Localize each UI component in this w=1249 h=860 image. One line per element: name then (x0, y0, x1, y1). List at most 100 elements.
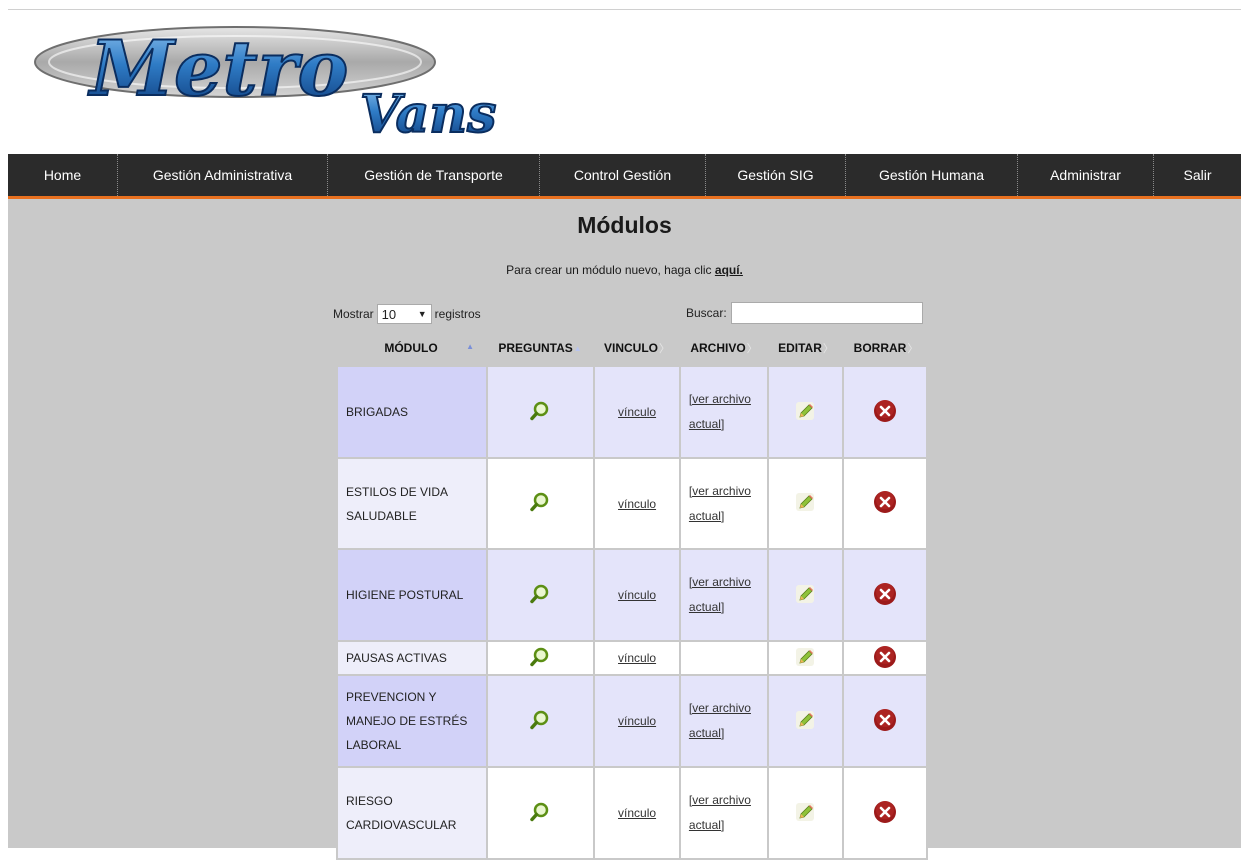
create-module-link[interactable]: aquí. (715, 263, 743, 277)
delete-cell (842, 640, 928, 676)
edit-cell (766, 548, 845, 642)
table-row: RIESGO CARDIOVASCULAR vínculo [ver archi… (336, 766, 928, 860)
edit-cell (766, 457, 845, 550)
delete-cell (842, 457, 928, 550)
magnifier-icon[interactable] (529, 801, 551, 826)
nav-gestion-administrativa[interactable]: Gestión Administrativa (118, 154, 328, 196)
header-archivo[interactable]: ARCHIVO 〉 (680, 337, 768, 359)
table-header: MÓDULO ▲ PREGUNTAS ▲ VINCULO 〉 ARCHIVO 〉… (336, 337, 928, 359)
header-borrar[interactable]: BORRAR 〉 (844, 337, 928, 359)
view-file-link[interactable]: [ver archivo actual] (689, 793, 751, 832)
page-length-select[interactable]: 10 ▼ (376, 304, 432, 324)
pencil-icon[interactable] (794, 491, 816, 516)
header-preguntas-label: PREGUNTAS (498, 341, 573, 355)
questions-cell (485, 640, 596, 676)
header-borrar-label: BORRAR (853, 341, 907, 355)
table-row: BRIGADAS vínculo [ver archivo actual] (336, 365, 928, 459)
logo-word-2: Vans (360, 84, 496, 138)
edit-cell (766, 640, 845, 676)
header-vinculo[interactable]: VINCULO 〉 (594, 337, 680, 359)
module-link[interactable]: vínculo (618, 651, 656, 665)
page-length-control: Mostrar 10 ▼ registros (333, 304, 481, 324)
delete-x-icon[interactable] (873, 708, 897, 735)
header-preguntas[interactable]: PREGUNTAS ▲ (486, 337, 594, 359)
sort-asc-icon: ▲ (466, 342, 474, 351)
header-modulo[interactable]: MÓDULO ▲ (336, 337, 486, 359)
magnifier-icon[interactable] (529, 709, 551, 734)
nav-control-gestion[interactable]: Control Gestión (540, 154, 706, 196)
header-editar[interactable]: EDITAR 〉 (768, 337, 844, 359)
search-control: Buscar: (686, 302, 923, 324)
module-link[interactable]: vínculo (618, 405, 656, 419)
metro-vans-logo: Metro Vans (30, 20, 630, 146)
delete-x-icon[interactable] (873, 399, 897, 426)
magnifier-icon[interactable] (529, 400, 551, 425)
questions-cell (485, 365, 596, 459)
delete-cell (842, 365, 928, 459)
sort-icon: ▲ (573, 343, 582, 353)
pencil-icon[interactable] (794, 801, 816, 826)
questions-cell (485, 674, 596, 768)
sort-icon: 〉 (907, 343, 919, 355)
magnifier-icon[interactable] (529, 583, 551, 608)
modules-table: BRIGADAS vínculo [ver archivo actual] ES… (336, 365, 928, 860)
module-name: BRIGADAS (336, 365, 488, 459)
view-file-link[interactable]: [ver archivo actual] (689, 392, 751, 431)
nav-gestion-humana[interactable]: Gestión Humana (846, 154, 1018, 196)
questions-cell (485, 457, 596, 550)
module-link[interactable]: vínculo (618, 588, 656, 602)
file-cell: [ver archivo actual] (678, 457, 769, 550)
pencil-icon[interactable] (794, 709, 816, 734)
sort-icon: 〉 (822, 343, 834, 355)
questions-cell (485, 766, 596, 860)
module-link[interactable]: vínculo (618, 714, 656, 728)
file-cell: [ver archivo actual] (678, 766, 769, 860)
view-file-link[interactable]: [ver archivo actual] (689, 575, 751, 614)
nav-gestion-sig[interactable]: Gestión SIG (706, 154, 846, 196)
main-nav: Home Gestión Administrativa Gestión de T… (8, 154, 1241, 199)
content-area: Módulos Para crear un módulo nuevo, haga… (8, 199, 1241, 860)
nav-salir[interactable]: Salir (1154, 154, 1241, 196)
delete-x-icon[interactable] (873, 490, 897, 517)
top-divider (8, 9, 1241, 10)
questions-cell (485, 548, 596, 642)
pencil-icon[interactable] (794, 400, 816, 425)
file-cell: [ver archivo actual] (678, 674, 769, 768)
table-row: ESTILOS DE VIDA SALUDABLE vínculo [ver a… (336, 457, 928, 550)
pencil-icon[interactable] (794, 583, 816, 608)
view-file-link[interactable]: [ver archivo actual] (689, 484, 751, 523)
table-row: PREVENCION Y MANEJO DE ESTRÉS LABORAL ví… (336, 674, 928, 768)
nav-gestion-transporte[interactable]: Gestión de Transporte (328, 154, 540, 196)
page-title: Módulos (577, 212, 672, 238)
link-cell: vínculo (593, 548, 681, 642)
link-cell: vínculo (593, 365, 681, 459)
module-name: PAUSAS ACTIVAS (336, 640, 488, 676)
delete-cell (842, 548, 928, 642)
file-cell: [ver archivo actual] (678, 548, 769, 642)
records-label: registros (434, 307, 481, 321)
delete-x-icon[interactable] (873, 800, 897, 827)
delete-x-icon[interactable] (873, 582, 897, 609)
module-name: HIGIENE POSTURAL (336, 548, 488, 642)
module-link[interactable]: vínculo (618, 806, 656, 820)
view-file-link[interactable]: [ver archivo actual] (689, 701, 751, 740)
pencil-icon[interactable] (794, 646, 816, 671)
module-link[interactable]: vínculo (618, 497, 656, 511)
delete-x-icon[interactable] (873, 645, 897, 672)
header-editar-label: EDITAR (778, 341, 822, 355)
sort-icon: 〉 (659, 343, 670, 355)
create-module-label: Para crear un módulo nuevo, haga clic (506, 263, 715, 277)
show-label: Mostrar (333, 307, 374, 321)
table-row: HIGIENE POSTURAL vínculo [ver archivo ac… (336, 548, 928, 642)
nav-home[interactable]: Home (8, 154, 118, 196)
nav-administrar[interactable]: Administrar (1018, 154, 1154, 196)
magnifier-icon[interactable] (529, 491, 551, 516)
sort-icon: 〉 (746, 343, 758, 355)
magnifier-icon[interactable] (529, 646, 551, 671)
search-input[interactable] (730, 302, 923, 324)
table-row: PAUSAS ACTIVAS vínculo (336, 640, 928, 676)
link-cell: vínculo (593, 457, 681, 550)
header-vinculo-label: VINCULO (604, 341, 658, 355)
link-cell: vínculo (593, 640, 681, 676)
header-archivo-label: ARCHIVO (690, 341, 746, 355)
